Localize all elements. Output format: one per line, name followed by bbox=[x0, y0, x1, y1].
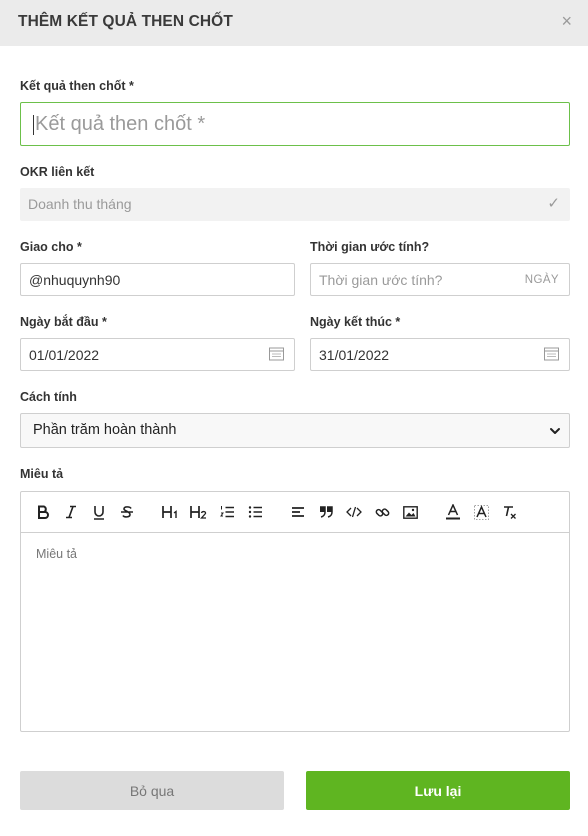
start-date-input[interactable]: 01/01/2022 bbox=[20, 338, 295, 371]
description-placeholder: Miêu tả bbox=[36, 547, 77, 561]
estimate-label: Thời gian ước tính? bbox=[310, 240, 430, 254]
chevron-down-icon bbox=[549, 424, 561, 442]
estimate-input[interactable]: Thời gian ước tính? NGÀY bbox=[310, 263, 570, 296]
key-result-input[interactable]: Kết quả then chốt * bbox=[20, 102, 570, 146]
calc-value: Phần trăm hoàn thành bbox=[33, 422, 177, 438]
assign-input[interactable]: @nhuquynh90 bbox=[20, 263, 295, 296]
align-left-icon[interactable] bbox=[288, 502, 308, 522]
clear-format-icon[interactable] bbox=[499, 502, 519, 522]
end-date-value: 31/01/2022 bbox=[319, 346, 390, 363]
image-icon[interactable] bbox=[400, 502, 420, 522]
key-result-label: Kết quả then chốt * bbox=[20, 79, 134, 93]
heading1-icon[interactable] bbox=[160, 502, 182, 522]
heading2-icon[interactable] bbox=[188, 502, 210, 522]
italic-icon[interactable] bbox=[61, 502, 81, 522]
estimate-unit: NGÀY bbox=[524, 273, 559, 286]
key-result-placeholder: Kết quả then chốt * bbox=[35, 113, 206, 135]
text-color-icon[interactable] bbox=[443, 502, 463, 522]
calendar-icon[interactable] bbox=[544, 346, 559, 363]
start-date-value: 01/01/2022 bbox=[29, 346, 100, 363]
end-date-label: Ngày kết thúc * bbox=[310, 315, 401, 329]
save-button[interactable]: Lưu lại bbox=[306, 771, 570, 810]
bullet-list-icon[interactable] bbox=[245, 502, 265, 522]
quote-icon[interactable] bbox=[316, 502, 336, 522]
strikethrough-icon[interactable] bbox=[117, 502, 137, 522]
start-date-label: Ngày bắt đầu * bbox=[20, 315, 107, 329]
okr-link-value: Doanh thu tháng bbox=[28, 196, 132, 212]
calendar-icon[interactable] bbox=[269, 346, 284, 363]
cancel-button[interactable]: Bỏ qua bbox=[20, 771, 284, 810]
text-caret bbox=[33, 115, 34, 135]
link-icon[interactable] bbox=[372, 502, 392, 522]
underline-icon[interactable] bbox=[89, 502, 109, 522]
modal-title: THÊM KẾT QUẢ THEN CHỐT bbox=[18, 13, 233, 30]
okr-link-field: Doanh thu tháng ✓ bbox=[20, 188, 570, 221]
description-label: Miêu tả bbox=[20, 467, 64, 481]
calc-label: Cách tính bbox=[20, 390, 77, 404]
end-date-input[interactable]: 31/01/2022 bbox=[310, 338, 570, 371]
estimate-placeholder: Thời gian ước tính? bbox=[319, 271, 443, 288]
bold-icon[interactable] bbox=[33, 502, 53, 522]
modal-header: THÊM KẾT QUẢ THEN CHỐT × bbox=[0, 0, 588, 46]
editor-toolbar bbox=[21, 492, 569, 533]
assign-label: Giao cho * bbox=[20, 240, 82, 254]
check-icon: ✓ bbox=[547, 195, 560, 212]
background-color-icon[interactable] bbox=[471, 502, 491, 522]
ordered-list-icon[interactable] bbox=[217, 502, 237, 522]
code-icon[interactable] bbox=[344, 502, 364, 522]
description-editor[interactable]: Miêu tả bbox=[20, 491, 570, 732]
assign-value: @nhuquynh90 bbox=[29, 271, 121, 288]
calc-select[interactable]: Phần trăm hoàn thành bbox=[20, 413, 570, 448]
okr-link-label: OKR liên kết bbox=[20, 165, 95, 179]
close-icon[interactable]: × bbox=[561, 11, 572, 31]
